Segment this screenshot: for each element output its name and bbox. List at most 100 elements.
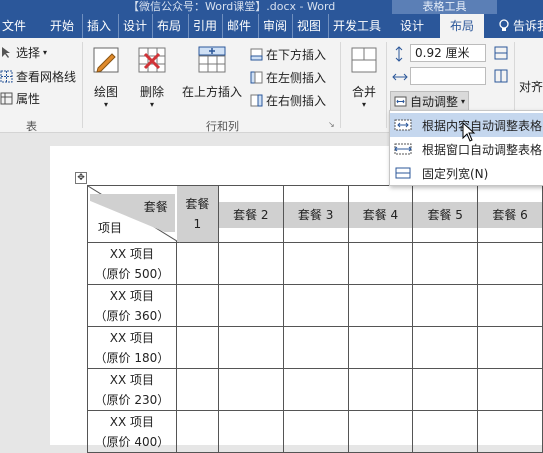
insert-right-button[interactable]: 在右侧插入 — [250, 92, 326, 109]
item-cell[interactable]: XX 项目 （原价 360） — [87, 284, 177, 327]
chevron-down-icon: ▾ — [103, 100, 108, 109]
table-cell[interactable] — [347, 368, 414, 411]
tab-file[interactable]: 文件 — [2, 14, 26, 38]
table-cell[interactable] — [217, 284, 284, 327]
chevron-down-icon: ▾ — [149, 100, 154, 109]
tab-table-design[interactable]: 设计 — [400, 14, 424, 38]
align-button[interactable]: 对齐 — [519, 78, 543, 95]
tab-insert[interactable]: 插入 — [82, 14, 111, 38]
insert-left-button[interactable]: 在左侧插入 — [250, 69, 326, 86]
table-cell[interactable] — [217, 368, 284, 411]
menu-item-fixed-width[interactable]: 固定列宽(N) — [390, 161, 543, 185]
select-button[interactable]: 选择 ▾ — [0, 44, 47, 61]
tell-me-box[interactable]: 告诉我 — [498, 14, 543, 38]
chevron-down-icon: ▾ — [43, 48, 48, 57]
dialog-launcher-icon[interactable]: ↘ — [328, 120, 335, 129]
table-cell[interactable] — [477, 368, 543, 411]
table-cell[interactable] — [412, 368, 479, 411]
header-cell[interactable]: 套餐 3 — [282, 185, 349, 243]
table-cell[interactable] — [175, 326, 219, 369]
header-cell[interactable]: 套餐 2 — [217, 185, 284, 243]
table-cell[interactable] — [217, 410, 284, 453]
insert-below-button[interactable]: 在下方插入 — [250, 46, 326, 63]
table-cell[interactable] — [282, 410, 349, 453]
insert-below-label: 在下方插入 — [266, 48, 327, 62]
column-width-field[interactable] — [410, 67, 486, 85]
table-cell[interactable] — [282, 284, 349, 327]
tab-mailings[interactable]: 邮件 — [222, 14, 251, 38]
table-cell[interactable] — [347, 326, 414, 369]
table-cell[interactable] — [217, 326, 284, 369]
autofit-window-icon — [394, 143, 412, 155]
item-cell[interactable]: XX 项目 （原价 400） — [87, 410, 177, 453]
tab-references[interactable]: 引用 — [188, 14, 217, 38]
insert-above-button[interactable]: 在上方插入 — [180, 44, 244, 100]
header-cell[interactable]: 套餐 1 — [175, 185, 219, 243]
select-label: 选择 — [16, 46, 41, 60]
group-label-table: 表 — [26, 120, 37, 133]
tab-home[interactable]: 开始 — [50, 14, 74, 38]
table-cell[interactable] — [477, 410, 543, 453]
item-cell[interactable]: XX 项目 （原价 230） — [87, 368, 177, 411]
header-label: 1 — [193, 217, 202, 231]
delete-button[interactable]: 删除 ▾ — [134, 44, 170, 109]
delete-label: 删除 — [139, 85, 164, 99]
column-width-icon — [392, 73, 408, 81]
table-cell[interactable] — [282, 326, 349, 369]
tab-view[interactable]: 视图 — [292, 14, 321, 38]
table-cell[interactable] — [282, 242, 349, 285]
table-cell[interactable] — [175, 368, 219, 411]
merge-button[interactable]: 合并 ▾ — [346, 44, 382, 109]
insert-left-label: 在左侧插入 — [266, 71, 327, 85]
item-cell[interactable]: XX 项目 （原价 500） — [87, 242, 177, 285]
tab-layout[interactable]: 布局 — [152, 14, 181, 38]
table-cell[interactable] — [175, 242, 219, 285]
header-cell[interactable]: 套餐 6 — [477, 185, 543, 243]
table-cell[interactable] — [347, 242, 414, 285]
tab-design[interactable]: 设计 — [118, 14, 147, 38]
item-cell[interactable]: XX 项目 （原价 180） — [87, 326, 177, 369]
table-cell[interactable] — [477, 326, 543, 369]
table-cell[interactable] — [217, 242, 284, 285]
header-label: 套餐 3 — [283, 202, 348, 228]
draw-label: 绘图 — [93, 85, 118, 99]
table-header-row: 套餐 项目 套餐 1 套餐 2 套餐 3 套餐 4 套餐 5 套餐 6 — [87, 185, 543, 243]
row-height-field[interactable]: 0.92 厘米 — [410, 44, 486, 62]
tab-review[interactable]: 审阅 — [258, 14, 287, 38]
table-cell[interactable] — [347, 284, 414, 327]
properties-icon — [0, 92, 13, 105]
table-cell[interactable] — [412, 410, 479, 453]
table-cell[interactable] — [412, 326, 479, 369]
table-row: XX 项目 （原价 230） — [87, 368, 543, 411]
corner-cell[interactable]: 套餐 项目 — [87, 185, 180, 243]
table-move-handle-icon[interactable]: ✥ — [75, 172, 87, 184]
table-cell[interactable] — [412, 242, 479, 285]
lightbulb-icon — [499, 19, 509, 31]
table-cell[interactable] — [175, 284, 219, 327]
table-cell[interactable] — [477, 284, 543, 327]
group-divider — [82, 42, 83, 128]
autofit-button[interactable]: 自动调整 ▾ — [390, 91, 470, 112]
header-cell[interactable]: 套餐 5 — [412, 185, 479, 243]
tell-me-label: 告诉我 — [513, 19, 543, 33]
table-cell[interactable] — [282, 368, 349, 411]
insert-column-left-icon — [250, 71, 263, 84]
table-cell[interactable] — [412, 284, 479, 327]
tab-table-layout[interactable]: 布局 — [440, 14, 485, 38]
table-cell[interactable] — [347, 410, 414, 453]
distribute-rows-icon[interactable] — [494, 46, 508, 60]
autofit-icon — [394, 96, 407, 107]
view-gridlines-button[interactable]: 查看网格线 — [0, 68, 76, 85]
menu-item-label: 固定列宽(N) — [422, 166, 489, 181]
table-cell[interactable] — [477, 242, 543, 285]
properties-button[interactable]: 属性 — [0, 90, 40, 107]
autofit-contents-icon — [394, 119, 412, 131]
tab-developer[interactable]: 开发工具 — [328, 14, 381, 38]
autofit-label: 自动调整 — [410, 95, 459, 109]
chevron-down-icon: ▾ — [361, 100, 366, 109]
header-label: 套餐 6 — [478, 202, 542, 228]
draw-button[interactable]: 绘图 ▾ — [88, 44, 124, 109]
table-cell[interactable] — [175, 410, 219, 453]
header-cell[interactable]: 套餐 4 — [347, 185, 414, 243]
distribute-columns-icon[interactable] — [494, 69, 508, 83]
